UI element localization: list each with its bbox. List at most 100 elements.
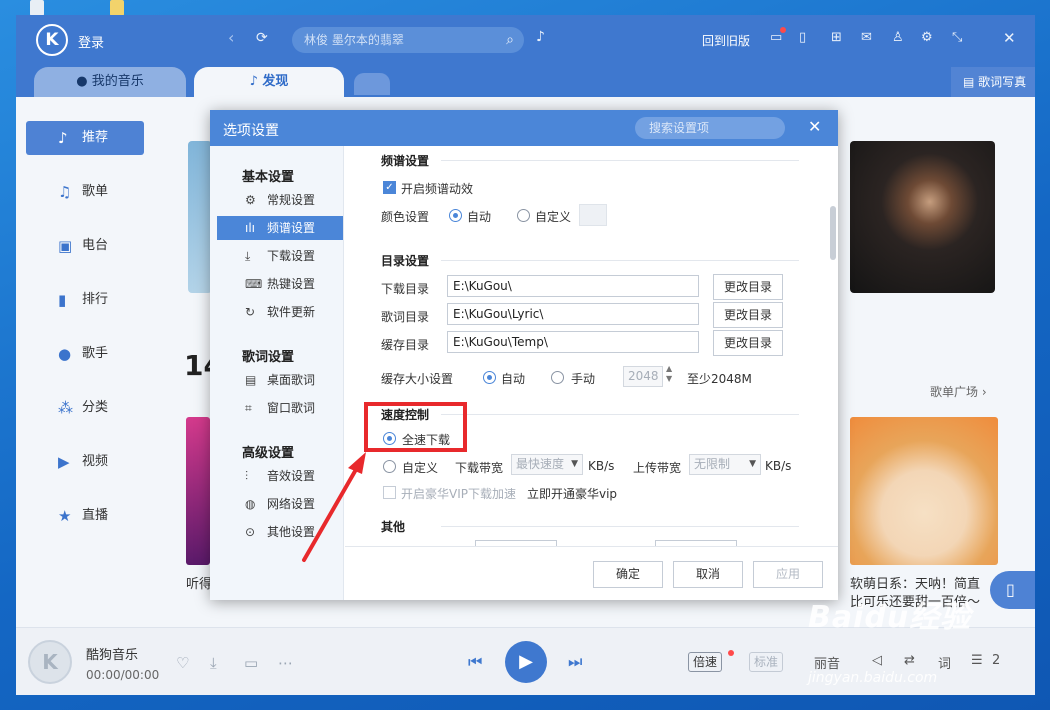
lyric-button[interactable]: 词	[938, 653, 951, 672]
album-cover[interactable]: K	[28, 640, 72, 684]
more-icon[interactable]: ⋯	[278, 654, 293, 672]
download-unit-label: KB/s	[588, 459, 615, 473]
apply-button[interactable]: 应用	[753, 561, 823, 588]
refresh-icon[interactable]: ⟳	[256, 30, 268, 46]
section-title-other: 其他	[381, 520, 406, 534]
desktop-icon[interactable]	[110, 0, 124, 16]
playlist-caption-right[interactable]: 软萌日系：天呐！简直	[850, 573, 1000, 592]
ok-button[interactable]: 确定	[593, 561, 663, 588]
login-link[interactable]: 登录	[78, 32, 104, 51]
apps-icon[interactable]: ⊞	[831, 30, 842, 45]
settings-icon[interactable]: ⚙	[921, 30, 933, 45]
nav-item-hotkey[interactable]: ⌨ 热键设置	[217, 272, 343, 296]
playlist-plaza-link[interactable]: 歌单广场 ›	[930, 383, 987, 400]
upload-bandwidth-select[interactable]: 无限制 ▼	[689, 454, 761, 475]
previous-icon[interactable]: ⏮	[468, 652, 482, 672]
custom-speed-label: 自定义	[402, 461, 439, 475]
playlist-icon[interactable]: ☰	[971, 653, 983, 668]
sidebar-item-video[interactable]: ▶ 视频	[26, 445, 144, 479]
nav-item-label: 频谱设置	[267, 221, 316, 235]
change-lyrics-dir-button[interactable]: 更改目录	[713, 302, 783, 328]
dialog-close-icon[interactable]: ✕	[808, 117, 821, 136]
sidebar-item-live[interactable]: ★ 直播	[26, 499, 144, 533]
banner-right[interactable]	[850, 141, 995, 293]
download-dir-input[interactable]: E:\KuGou\	[447, 275, 699, 297]
volume-icon[interactable]: ◁	[872, 653, 882, 668]
speed-button[interactable]: 倍速	[688, 652, 723, 672]
download-bandwidth-select[interactable]: 最快速度 ▼	[511, 454, 583, 475]
close-icon[interactable]: ✕	[1003, 29, 1016, 47]
notification-dot	[780, 27, 786, 33]
tab-my-music-label: 我的音乐	[91, 74, 144, 89]
sidebar-item-playlist[interactable]: ♫ 歌单	[26, 175, 144, 209]
desktop-lyrics-icon: ▤	[245, 373, 257, 387]
heart-icon[interactable]: ♡	[176, 654, 189, 672]
phone-icon[interactable]: ▯	[799, 30, 806, 45]
tab-discover[interactable]: ♪ 发现	[194, 67, 344, 97]
settings-search-input[interactable]: 搜索设置项	[635, 117, 785, 139]
playlist-cover-left[interactable]	[186, 417, 210, 565]
nav-item-label: 其他设置	[267, 525, 316, 539]
mobile-float-button[interactable]: ▯	[990, 571, 1035, 609]
lyrics-photo-button[interactable]: ▤ 歌词写真	[951, 67, 1035, 97]
sidebar-item-chart[interactable]: ▮ 排行	[26, 283, 144, 317]
nav-item-update[interactable]: ↻ 软件更新	[217, 300, 343, 324]
tab-my-music[interactable]: ● 我的音乐	[34, 67, 186, 97]
nav-item-network[interactable]: ◍ 网络设置	[217, 492, 343, 516]
kugou-logo-icon[interactable]: K	[36, 24, 68, 56]
mail-icon[interactable]: ✉	[861, 30, 872, 45]
nav-item-spectrum[interactable]: ılı 频谱设置	[217, 216, 343, 240]
cache-size-input[interactable]: 2048	[623, 366, 663, 387]
lyrics-dir-input[interactable]: E:\KuGou\Lyric\	[447, 303, 699, 325]
back-arrow-icon[interactable]: ‹	[228, 28, 234, 47]
playlist-count: 2	[992, 653, 1001, 668]
sidebar-item-radio[interactable]: ▣ 电台	[26, 229, 144, 263]
settings-scrollbar[interactable]	[830, 206, 836, 260]
nav-item-desktop-lyrics[interactable]: ▤ 桌面歌词	[217, 368, 343, 392]
vip-accel-checkbox[interactable]	[383, 486, 396, 499]
quality-button[interactable]: 标准	[749, 652, 784, 672]
skin-icon[interactable]: ♙	[892, 30, 904, 45]
music-note-icon: ♪	[58, 129, 68, 147]
sidebar-item-singer[interactable]: ● 歌手	[26, 337, 144, 371]
playlist-cover-right[interactable]	[850, 417, 998, 565]
color-auto-radio[interactable]	[449, 209, 462, 222]
sidebar-item-category[interactable]: ⁂ 分类	[26, 391, 144, 425]
nav-item-general[interactable]: ⚙ 常规设置	[217, 188, 343, 212]
desktop-icon[interactable]	[30, 0, 44, 16]
sidebar-item-recommend[interactable]: ♪ 推荐	[26, 121, 144, 155]
nav-group-lyrics: 歌词设置	[242, 350, 295, 365]
next-icon[interactable]: ⏭	[568, 652, 582, 672]
playlist-caption-left[interactable]: 听得	[186, 573, 212, 592]
cache-manual-radio[interactable]	[551, 371, 564, 384]
cache-dir-input[interactable]: E:\KuGou\Temp\	[447, 331, 699, 353]
cache-size-spinner[interactable]: ▲ ▼	[666, 364, 672, 384]
color-swatch[interactable]	[579, 204, 607, 226]
minimize-icon[interactable]: ⤡	[952, 30, 962, 45]
spectrum-anim-checkbox[interactable]: ✓	[383, 181, 396, 194]
nav-item-label: 下载设置	[267, 249, 316, 263]
nav-item-sound-effects[interactable]: ⫶ 音效设置	[217, 464, 343, 488]
tab-extra[interactable]	[354, 73, 390, 95]
play-button[interactable]: ▶	[505, 641, 547, 683]
comment-icon[interactable]: ▭	[244, 654, 258, 672]
download-icon[interactable]: ⤓	[210, 654, 217, 672]
vip-open-link[interactable]: 立即开通豪华vip	[527, 485, 617, 502]
search-icon[interactable]: ⌕	[506, 27, 514, 53]
old-version-link[interactable]: 回到旧版	[702, 32, 750, 49]
cache-auto-radio[interactable]	[483, 371, 496, 384]
change-download-dir-button[interactable]: 更改目录	[713, 274, 783, 300]
change-cache-dir-button[interactable]: 更改目录	[713, 330, 783, 356]
custom-speed-radio[interactable]	[383, 460, 396, 473]
nav-item-window-lyrics[interactable]: ⌗ 窗口歌词	[217, 396, 343, 420]
playmode-icon[interactable]: ⇄	[904, 653, 915, 668]
nav-item-download[interactable]: ⤓ 下载设置	[217, 244, 343, 268]
cancel-button[interactable]: 取消	[673, 561, 743, 588]
title-bar: K 登录 ‹ ⟳ 林俊 墨尔本的翡翠 ⌕ ♪ 回到旧版 ▭ ▯ ⊞ ✉ ♙ ⚙ …	[16, 15, 1035, 67]
nav-item-other[interactable]: ⊙ 其他设置	[217, 520, 343, 544]
search-input[interactable]: 林俊 墨尔本的翡翠 ⌕	[292, 27, 524, 53]
color-custom-radio[interactable]	[517, 209, 530, 222]
banner-left[interactable]	[188, 141, 212, 293]
nav-item-label: 常规设置	[267, 193, 316, 207]
voice-search-icon[interactable]: ♪	[536, 29, 545, 45]
